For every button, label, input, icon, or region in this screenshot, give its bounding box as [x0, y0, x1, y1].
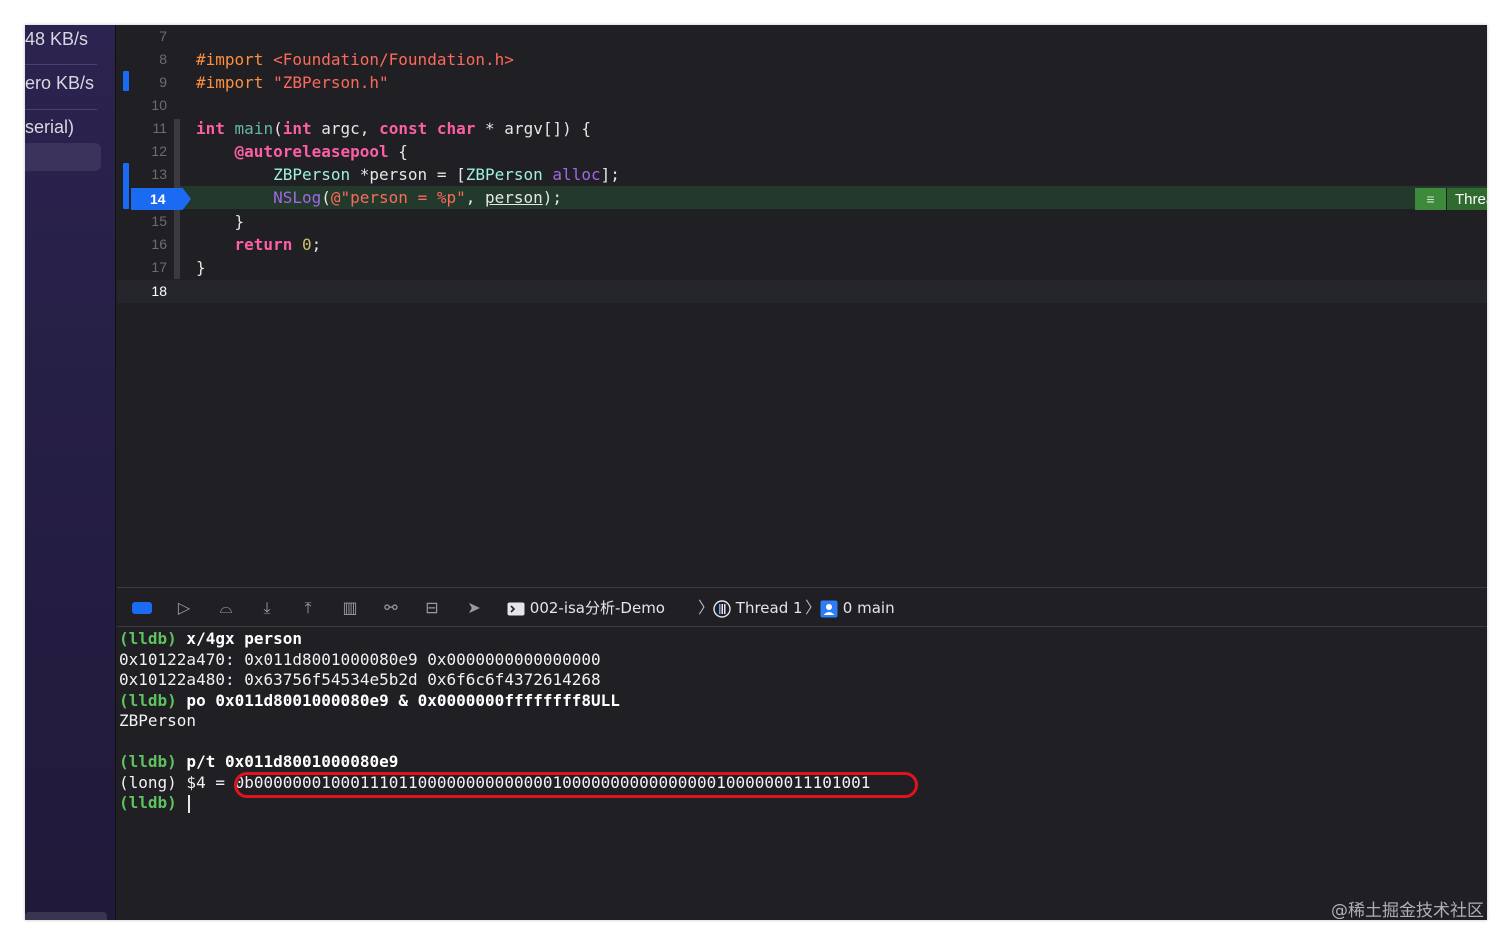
- code-line-13: ZBPerson *person = [ZBPerson alloc];: [273, 165, 620, 184]
- console-line: 0x10122a470: 0x011d8001000080e9 0x000000…: [119, 649, 601, 669]
- console-line: (lldb) x/4gx person: [119, 629, 303, 648]
- code-line-12: @autoreleasepool {: [234, 142, 408, 161]
- breakpoint-indicator[interactable]: 14: [131, 188, 191, 210]
- line-number: 9: [159, 74, 167, 90]
- code-editor[interactable]: 7 8 9 10 11 12 13 15 16 17 18 14 #import…: [117, 25, 1487, 587]
- code-line-9: #import "ZBPerson.h": [196, 73, 389, 92]
- lldb-console[interactable]: (lldb) x/4gx person 0x10122a470: 0x011d8…: [117, 628, 1487, 920]
- console-line: (lldb) po 0x011d8001000080e9 & 0x0000000…: [119, 690, 620, 710]
- code-line-17: }: [196, 258, 206, 277]
- line-number: 10: [151, 97, 167, 113]
- sidebar-row-network-in[interactable]: 48 KB/s: [25, 25, 116, 53]
- continue-icon[interactable]: ▷: [173, 598, 195, 618]
- step-out-icon[interactable]: ⤒: [297, 598, 319, 618]
- line-number: 12: [151, 143, 167, 159]
- line-number: 7: [159, 28, 167, 44]
- sidebar-selected-row[interactable]: [25, 143, 101, 171]
- step-into-icon[interactable]: ⤓: [256, 598, 278, 618]
- user-frame-icon: [820, 600, 838, 617]
- chevron-right-icon: 〉: [698, 598, 715, 617]
- sidebar: 48 KB/s ero KB/s serial): [25, 25, 116, 920]
- code-line-14: NSLog(@"person = %p", person);: [273, 188, 563, 207]
- line-number: 11: [152, 120, 167, 136]
- thread-icon: [713, 599, 731, 618]
- breadcrumb-thread[interactable]: Thread 1: [713, 597, 803, 619]
- breadcrumb-target[interactable]: 002-isa分析-Demo: [507, 597, 665, 619]
- sidebar-row-network-out[interactable]: ero KB/s: [25, 69, 116, 97]
- caret-line-highlight: [117, 280, 1487, 303]
- line-number: 16: [151, 236, 167, 252]
- code-line-16: return 0;: [234, 235, 322, 254]
- breadcrumb-frame[interactable]: 0 main: [820, 597, 895, 619]
- console-line: ZBPerson: [119, 711, 197, 730]
- thread-annotation[interactable]: ≡Thread 1: breakpoint 1.1: [1415, 188, 1487, 210]
- lines-icon: ≡: [1415, 188, 1447, 210]
- watermark: @稀土掘金技术社区: [1331, 901, 1484, 921]
- view-debugger-icon[interactable]: ▥: [339, 598, 361, 618]
- sidebar-row-queue[interactable]: serial): [25, 113, 116, 141]
- line-number: 15: [151, 213, 167, 229]
- code-line-8: #import <Foundation/Foundation.h>: [196, 50, 514, 69]
- xcode-window: 48 KB/s ero KB/s serial) 7 8 9 10 11 12 …: [25, 25, 1487, 920]
- memory-graph-icon[interactable]: ⚯: [380, 598, 402, 618]
- sidebar-divider: [25, 109, 97, 110]
- terminal-icon: [507, 602, 525, 615]
- line-number: 17: [151, 259, 167, 275]
- line-number: 18: [151, 283, 167, 299]
- chevron-right-icon: 〉: [805, 598, 822, 617]
- console-line: (lldb) p/t 0x011d8001000080e9: [119, 752, 399, 771]
- console-prompt-line[interactable]: (lldb): [119, 792, 191, 813]
- text-cursor: [188, 794, 191, 813]
- location-icon[interactable]: ➤: [463, 598, 485, 618]
- environment-icon[interactable]: ⊟: [421, 598, 443, 618]
- code-line-11: int main(int argc, const char * argv[]) …: [196, 119, 591, 138]
- sidebar-divider: [25, 64, 97, 65]
- console-line: 0x10122a480: 0x63756f54534e5b2d 0x6f6c6f…: [119, 670, 601, 689]
- line-number: 8: [159, 51, 167, 67]
- step-over-icon[interactable]: ⌓: [215, 598, 237, 618]
- highlight-ring-annotation: [234, 772, 918, 798]
- line-number: 13: [151, 166, 167, 182]
- code-line-15: }: [234, 212, 245, 231]
- sidebar-footer: [25, 912, 107, 920]
- debug-bar: ▷ ⌓ ⤓ ⤒ ▥ ⚯ ⊟ ➤ 002-isa分析-Demo 〉 Thread …: [117, 587, 1487, 627]
- hide-debug-area-button[interactable]: [132, 602, 152, 614]
